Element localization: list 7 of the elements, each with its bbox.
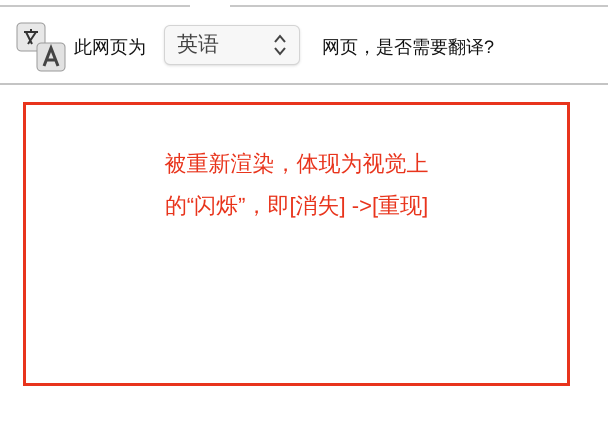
prompt-text: 此网页为	[74, 36, 146, 58]
language-select[interactable]: 英语	[164, 25, 300, 65]
chevron-updown-icon	[273, 33, 287, 57]
annotation-text: 被重新渲染，体现为视觉上	[164, 150, 428, 178]
prompt-text: 网页，是否需要翻译?	[322, 36, 494, 58]
annotation-text: 的“闪烁”，即[消失] ->[重现]	[164, 192, 428, 220]
translate-icon	[16, 22, 68, 74]
